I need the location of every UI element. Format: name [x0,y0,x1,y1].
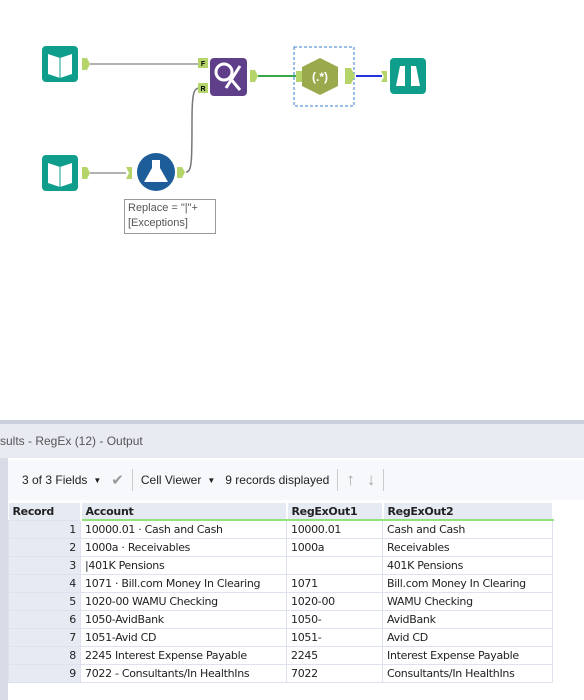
regexout1-cell[interactable]: 7022 [286,663,383,683]
regexout2-cell[interactable]: AvidBank [382,609,553,629]
table-row[interactable]: 9 7022 - Consultants/In HealthIns 7022 Cons… [8,663,553,683]
arrow-up-icon[interactable]: ↑ [346,470,355,490]
table-row[interactable]: 7 1051-Avid CD 1051- Avid CD [8,627,553,647]
account-cell[interactable]: 7022 - Consultants/In HealthIns [80,663,287,683]
record-cell[interactable]: 3 [8,555,81,575]
record-cell[interactable]: 1 [8,519,81,539]
input-data-tool-1[interactable] [42,46,90,82]
regexout1-cell[interactable]: 1000a [286,537,383,557]
account-cell[interactable]: 10000.01 · Cash and Cash [80,519,287,539]
record-cell[interactable]: 8 [8,645,81,665]
column-header-regexout1[interactable]: RegExOut1 [286,503,384,521]
table-row[interactable]: 2 1000a · Receivables 1000a Receivables [8,537,553,557]
chevron-down-icon[interactable]: ▼ [93,476,101,485]
fields-dropdown[interactable]: 3 of 3 Fields [22,473,87,487]
regexout1-cell[interactable]: 1050- [286,609,383,629]
account-cell[interactable]: 1020-00 WAMU Checking [80,591,287,611]
account-cell[interactable]: 1071 · Bill.com Money In Clearing [80,573,287,593]
record-cell[interactable]: 9 [8,663,81,683]
table-row[interactable]: 4 1071 · Bill.com Money In Clearing 1071 Bi… [8,573,553,593]
checkmark-icon[interactable]: ✔ [111,471,124,489]
table-row[interactable]: 1 10000.01 · Cash and Cash 10000.01 Cash an… [8,519,553,539]
regexout1-cell[interactable]: 1071 [286,573,383,593]
arrow-down-icon[interactable]: ↓ [367,470,376,490]
regexout2-cell[interactable]: Avid CD [382,627,553,647]
table-row[interactable]: 6 1050-AvidBank 1050- AvidBank [8,609,553,629]
svg-text:(.*): (.*) [312,70,328,84]
find-replace-tool[interactable]: F R [198,58,258,96]
regexout1-cell[interactable]: 2245 [286,645,383,665]
results-toolbar: 3 of 3 Fields ▼ ✔ Cell Viewer ▼ 9 record… [8,460,584,500]
formula-annotation: Replace = "|"+ [Exceptions] [124,199,216,234]
account-cell[interactable]: 1000a · Receivables [80,537,287,557]
regexout1-cell[interactable]: 10000.01 [286,519,383,539]
records-count: 9 records displayed [225,473,330,487]
record-cell[interactable]: 5 [8,591,81,611]
record-cell[interactable]: 2 [8,537,81,557]
svg-text:F: F [201,61,206,68]
regexout2-cell[interactable]: Consultants/In HealthIns [382,663,553,683]
regexout2-cell[interactable]: WAMU Checking [382,591,553,611]
regexout1-cell[interactable]: 1051- [286,627,383,647]
workflow-canvas[interactable]: F R (.*) Replace = "|"+ [Exceptions] [0,0,584,420]
column-header-record[interactable]: Record [8,503,82,520]
regexout2-cell[interactable]: Bill.com Money In Clearing [382,573,553,593]
browse-tool[interactable] [381,58,426,94]
record-cell[interactable]: 4 [8,573,81,593]
formula-tool[interactable] [126,153,185,191]
regexout2-cell[interactable]: Interest Expense Payable [382,645,553,665]
regex-tool[interactable]: (.*) [293,46,355,107]
record-cell[interactable]: 7 [8,627,81,647]
regexout2-cell[interactable]: Cash and Cash [382,519,553,539]
record-cell[interactable]: 6 [8,609,81,629]
svg-text:R: R [200,86,205,93]
account-cell[interactable]: 1051-Avid CD [80,627,287,647]
account-cell[interactable]: 1050-AvidBank [80,609,287,629]
cell-viewer-dropdown[interactable]: Cell Viewer [141,473,201,487]
account-cell[interactable]: 2245 Interest Expense Payable [80,645,287,665]
account-cell[interactable]: |401K Pensions [80,555,287,575]
results-title: sults - RegEx (12) - Output [0,424,584,458]
table-row[interactable]: 8 2245 Interest Expense Payable 2245 Intere… [8,645,553,665]
input-data-tool-2[interactable] [42,155,90,191]
results-table: Record Account RegExOut1 RegExOut2 1 1000… [8,503,554,683]
regexout1-cell[interactable]: 1020-00 [286,591,383,611]
column-header-account[interactable]: Account [80,503,288,521]
regexout2-cell[interactable]: Receivables [382,537,553,557]
regexout2-cell[interactable]: 401K Pensions [382,555,553,575]
chevron-down-icon[interactable]: ▼ [207,476,215,485]
table-row[interactable]: 5 1020-00 WAMU Checking 1020-00 WAMU Checki… [8,591,553,611]
regexout1-cell[interactable] [286,555,383,575]
table-row[interactable]: 3 |401K Pensions 401K Pensions [8,555,553,575]
results-panel: sults - RegEx (12) - Output 3 of 3 Field… [0,420,584,700]
column-header-regexout2[interactable]: RegExOut2 [382,503,554,521]
left-strip [0,458,8,700]
